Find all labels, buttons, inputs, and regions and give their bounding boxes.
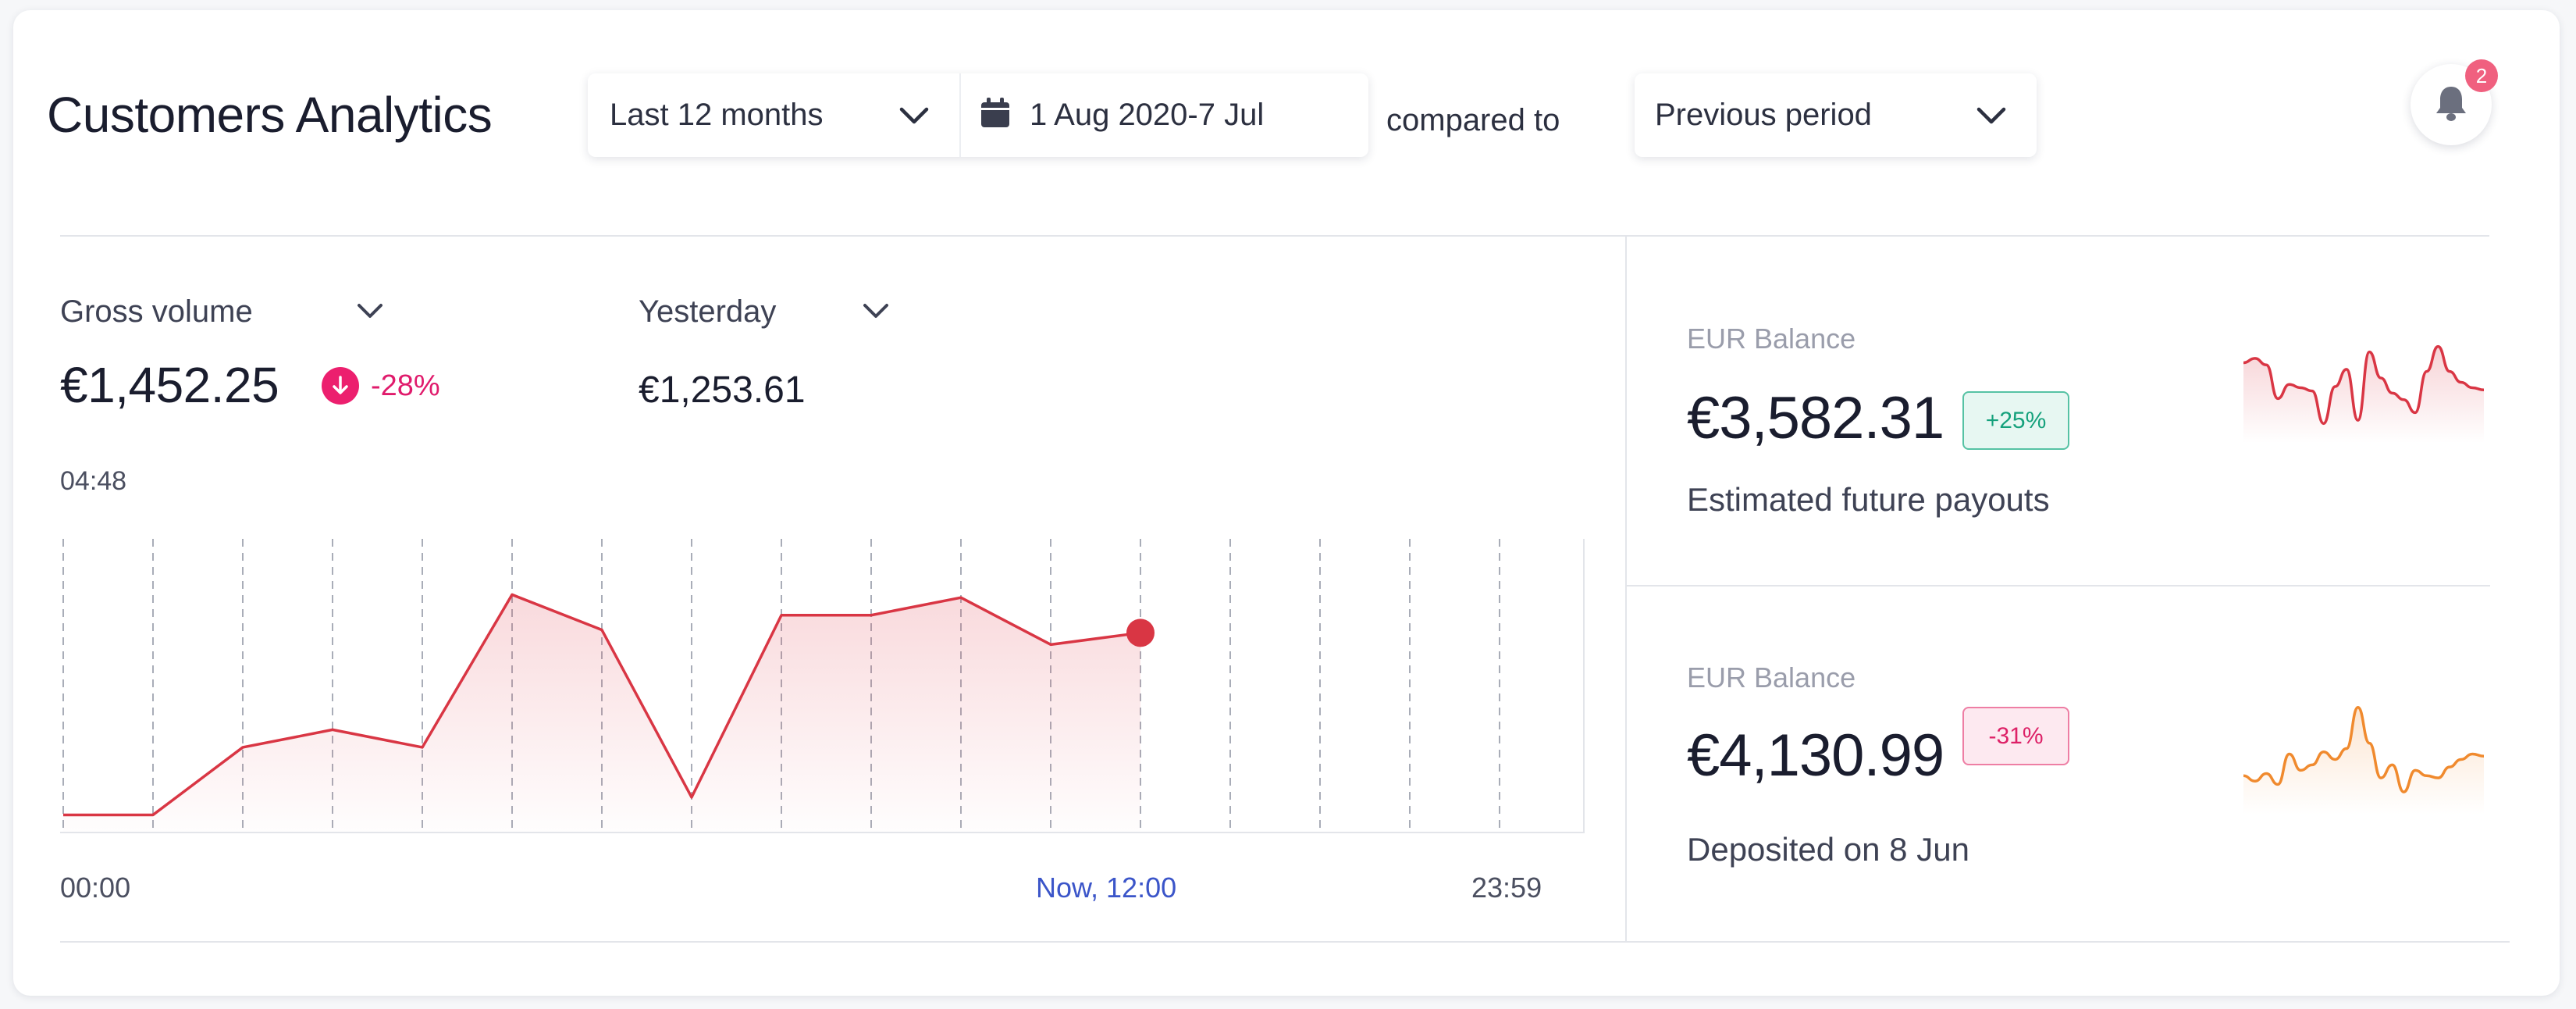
page-title: Customers Analytics xyxy=(47,87,493,143)
compare-period-select[interactable]: Previous period xyxy=(1635,73,2037,157)
balance-2-sparkline xyxy=(2243,705,2484,815)
date-range-picker[interactable]: 1 Aug 2020-7 Jul xyxy=(961,73,1368,157)
balance-1-change-badge: +25% xyxy=(1962,391,2069,450)
balance-2-label: EUR Balance xyxy=(1687,661,1856,693)
current-point-marker[interactable] xyxy=(1126,619,1155,647)
balance-1-value: €3,582.31 xyxy=(1687,385,1944,451)
balance-2-change-badge: -31% xyxy=(1962,707,2069,765)
balance-2-value: €4,130.99 xyxy=(1687,722,1944,789)
axis-start-label: 00:00 xyxy=(60,872,131,904)
axis-now-label: Now, 12:00 xyxy=(1036,872,1177,904)
bell-icon xyxy=(2434,84,2468,126)
balance-1-description: Estimated future payouts xyxy=(1687,481,2050,518)
notification-count-badge: 2 xyxy=(2465,59,2498,92)
range-select-label: Last 12 months xyxy=(610,98,824,132)
balance-2-description: Deposited on 8 Jun xyxy=(1687,831,1969,868)
yesterday-dropdown[interactable] xyxy=(859,294,893,328)
gross-volume-label: Gross volume xyxy=(60,294,253,329)
calendar-icon xyxy=(980,98,1011,133)
compare-select-label: Previous period xyxy=(1655,98,1872,132)
yesterday-label: Yesterday xyxy=(639,294,777,329)
balance-divider xyxy=(1627,585,2490,587)
chevron-down-icon xyxy=(897,98,931,133)
date-filter-group: Last 12 months 1 Aug 2020-7 Jul xyxy=(588,73,1368,157)
gross-volume-dropdown[interactable] xyxy=(353,294,387,328)
axis-end-label: 23:59 xyxy=(1471,872,1542,904)
compared-to-label: compared to xyxy=(1386,103,1560,137)
date-range-text: 1 Aug 2020-7 Jul xyxy=(1030,98,1265,132)
range-select[interactable]: Last 12 months xyxy=(588,73,961,157)
footer-divider xyxy=(60,941,2510,943)
panel-divider xyxy=(1625,236,1627,943)
balance-1-sparkline xyxy=(2243,344,2484,443)
gross-volume-chart xyxy=(60,539,1585,833)
arrow-down-icon xyxy=(322,367,359,405)
gross-volume-change: -28% xyxy=(371,369,440,402)
balance-1-label: EUR Balance xyxy=(1687,323,1856,355)
chevron-down-icon xyxy=(1974,98,2008,133)
chart-time-marker: 04:48 xyxy=(60,466,127,496)
yesterday-value: €1,253.61 xyxy=(639,369,806,411)
header-divider xyxy=(60,235,2489,237)
analytics-card xyxy=(13,10,2560,996)
gross-volume-value: €1,452.25 xyxy=(60,357,279,413)
